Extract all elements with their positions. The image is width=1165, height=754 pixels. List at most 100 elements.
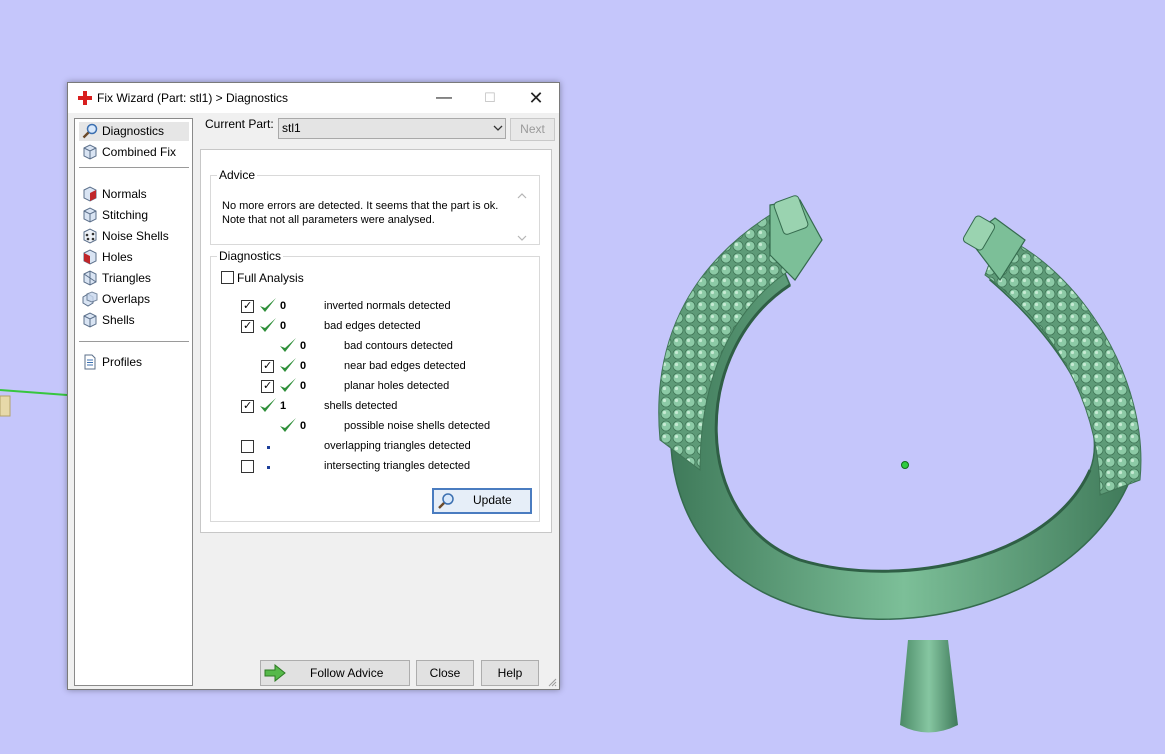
nav-item-profiles[interactable]: Profiles — [79, 353, 189, 372]
row-count: 1 — [280, 400, 287, 412]
row-label: overlapping triangles detected — [324, 440, 471, 452]
ring-inner-edge — [714, 283, 1092, 573]
magnifier-icon — [82, 123, 98, 139]
red-cross-icon — [78, 91, 92, 105]
checkmark-icon: ✓ — [263, 380, 273, 392]
nav-label: Diagnostics — [102, 124, 165, 138]
advice-title: Advice — [217, 168, 258, 182]
green-check-icon — [280, 378, 296, 392]
follow-advice-button[interactable]: Follow Advice — [260, 660, 410, 686]
row-count: 0 — [300, 420, 307, 432]
row-count: 0 — [300, 380, 307, 392]
nav-label: Profiles — [102, 355, 143, 369]
row-checkbox[interactable]: ✓ — [261, 380, 274, 393]
help-button[interactable]: Help — [481, 660, 539, 686]
not-analysed-dot-icon — [267, 466, 270, 469]
checkmark-icon: ✓ — [243, 320, 253, 332]
magnifier-icon — [438, 493, 454, 509]
not-analysed-dot-icon — [267, 446, 270, 449]
chevron-down-icon — [493, 125, 503, 131]
overlap-shells-icon — [82, 291, 98, 307]
document-icon — [84, 354, 96, 370]
next-button[interactable]: Next — [510, 118, 555, 141]
update-label: Update — [473, 493, 512, 507]
ring-stem — [900, 640, 958, 733]
row-count: 0 — [280, 320, 287, 332]
green-check-icon — [280, 418, 296, 432]
diagnostics-page: Advice No more errors are detected. It s… — [200, 149, 552, 533]
full-analysis-checkbox[interactable] — [221, 271, 234, 284]
row-count: 0 — [300, 360, 307, 372]
advice-scrollbar[interactable] — [516, 192, 528, 242]
nav-label: Shells — [102, 313, 135, 327]
row-label: shells detected — [324, 400, 398, 412]
row-label: possible noise shells detected — [344, 420, 491, 432]
row-label: inverted normals detected — [324, 300, 451, 312]
diagnostics-group: Diagnostics Full Analysis ✓ 0 inverted n… — [210, 249, 540, 522]
row-label: planar holes detected — [344, 380, 450, 392]
advice-group: Advice No more errors are detected. It s… — [210, 168, 540, 245]
current-part-select[interactable]: stl1 — [278, 118, 506, 139]
nav-label: Holes — [102, 250, 133, 264]
nav-item-diagnostics[interactable]: Diagnostics — [79, 122, 189, 141]
row-count: 0 — [280, 300, 287, 312]
nav-item-shells[interactable]: Shells — [79, 311, 189, 330]
row-label: intersecting triangles detected — [324, 460, 471, 472]
nav-item-combined-fix[interactable]: Combined Fix — [79, 143, 189, 162]
cube-icon — [83, 270, 97, 286]
advice-line-1: No more errors are detected. It seems th… — [222, 200, 499, 212]
row-checkbox[interactable]: ✓ — [241, 300, 254, 313]
full-analysis-label: Full Analysis — [237, 271, 304, 285]
nav-label: Noise Shells — [102, 229, 169, 243]
green-arrow-icon — [264, 664, 286, 682]
nav-label: Triangles — [102, 271, 151, 285]
diagnostics-title: Diagnostics — [217, 249, 284, 263]
green-check-icon — [280, 358, 296, 372]
nav-label: Combined Fix — [102, 145, 177, 159]
minimize-button[interactable]: — — [421, 83, 467, 113]
title-bar[interactable]: Fix Wizard (Part: stl1) > Diagnostics — … — [68, 83, 559, 113]
update-button[interactable]: Update — [432, 488, 532, 514]
row-checkbox[interactable] — [241, 460, 254, 473]
nav-item-normals[interactable]: Normals — [79, 185, 189, 204]
advice-line-2: Note that not all parameters were analys… — [222, 214, 435, 226]
nav-separator — [79, 167, 189, 168]
dotted-cube-icon — [83, 228, 97, 244]
cube-icon — [83, 144, 97, 160]
window-title: Fix Wizard (Part: stl1) > Diagnostics — [97, 91, 289, 105]
close-window-button[interactable]: ✕ — [513, 83, 559, 113]
close-button[interactable]: Close — [416, 660, 474, 686]
nav-item-holes[interactable]: Holes — [79, 248, 189, 267]
nav-label: Stitching — [102, 208, 149, 222]
axis-line — [0, 389, 68, 396]
nav-item-stitching[interactable]: Stitching — [79, 206, 189, 225]
row-checkbox[interactable] — [241, 440, 254, 453]
fix-wizard-dialog: Fix Wizard (Part: stl1) > Diagnostics — … — [67, 82, 560, 690]
current-part-label: Current Part: — [205, 117, 274, 131]
nav-item-noise-shells[interactable]: Noise Shells — [79, 227, 189, 246]
cube-red-face-icon — [83, 249, 97, 265]
row-label: near bad edges detected — [344, 360, 466, 372]
green-check-icon — [260, 298, 276, 312]
row-checkbox[interactable]: ✓ — [261, 360, 274, 373]
nav-label: Normals — [102, 187, 147, 201]
checkmark-icon: ✓ — [263, 360, 273, 372]
nav-item-triangles[interactable]: Triangles — [79, 269, 189, 288]
nav-separator — [79, 341, 189, 342]
green-check-icon — [260, 398, 276, 412]
row-count: 0 — [300, 340, 307, 352]
row-checkbox[interactable]: ✓ — [241, 400, 254, 413]
green-check-icon — [260, 318, 276, 332]
advice-text: No more errors are detected. It seems th… — [222, 199, 502, 227]
axis-marker — [0, 395, 11, 417]
maximize-button[interactable]: ☐ — [467, 83, 513, 113]
center-point — [901, 461, 909, 469]
cube-icon — [83, 312, 97, 328]
row-checkbox[interactable]: ✓ — [241, 320, 254, 333]
resize-grip-icon[interactable] — [547, 677, 557, 687]
nav-item-overlaps[interactable]: Overlaps — [79, 290, 189, 309]
follow-advice-label: Follow Advice — [310, 666, 384, 680]
cube-red-face-icon — [83, 186, 97, 202]
checkmark-icon: ✓ — [243, 300, 253, 312]
cube-icon — [83, 207, 97, 223]
